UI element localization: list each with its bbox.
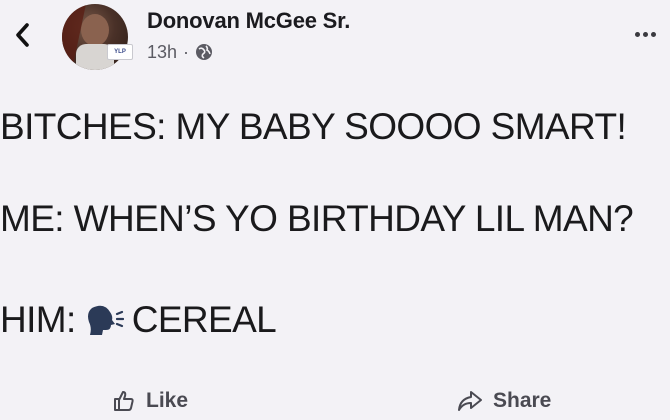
- author-name[interactable]: Donovan McGee Sr.: [147, 8, 350, 34]
- like-button[interactable]: Like: [112, 386, 188, 416]
- chevron-left-icon: [16, 23, 29, 47]
- meta-separator: ·: [183, 41, 190, 62]
- post-text-line-2: ME: WHEN’S YO BIRTHDAY LIL MAN?: [0, 198, 634, 239]
- post-header: YLP Donovan McGee Sr. 13h ·: [0, 0, 670, 78]
- speaking-head-icon: [87, 305, 124, 335]
- post-text-line-3: HIM: CEREAL: [0, 299, 277, 341]
- avatar[interactable]: [62, 4, 128, 70]
- share-arrow-icon: [458, 391, 482, 411]
- post-actions: Like Share: [0, 380, 670, 420]
- post-text-cereal: CEREAL: [131, 299, 277, 340]
- avatar-badge: YLP: [107, 44, 133, 60]
- post-text-him: HIM:: [0, 299, 76, 340]
- post-meta: 13h ·: [147, 41, 213, 63]
- share-button[interactable]: Share: [457, 386, 551, 416]
- thumbs-up-icon: [114, 391, 134, 411]
- back-button[interactable]: [8, 20, 36, 50]
- avatar-photo: [62, 4, 114, 70]
- timestamp[interactable]: 13h: [147, 42, 177, 63]
- globe-icon: [196, 44, 213, 60]
- share-label: Share: [493, 389, 552, 412]
- post-text-line-1: BITCHES: MY BABY SOOOO SMART!: [0, 106, 627, 147]
- like-label: Like: [146, 389, 189, 412]
- more-options-button[interactable]: [630, 26, 660, 42]
- ellipsis-icon: [634, 31, 656, 37]
